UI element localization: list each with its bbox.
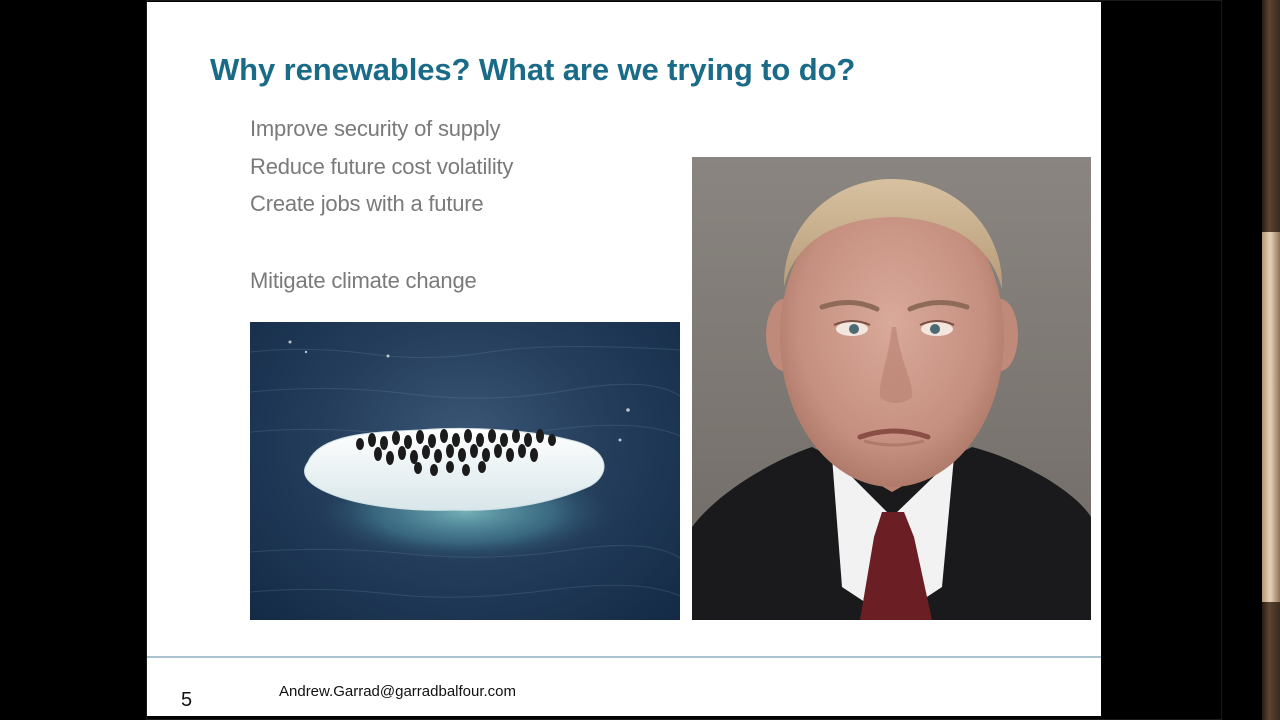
page-number: 5: [181, 689, 193, 711]
iceberg-illustration: [250, 340, 680, 598]
bullet-list: Improve security of supply Reduce future…: [250, 115, 513, 304]
bullet-item: Create jobs with a future: [250, 191, 484, 216]
penguins-iceberg-image: [250, 322, 680, 620]
background-highlight: [1262, 232, 1280, 602]
portrait-illustration: [692, 179, 1091, 620]
footer-divider: [147, 656, 1101, 658]
background-edge: [1262, 0, 1280, 720]
footer-email: Andrew.Garrad@garradbalfour.com: [279, 683, 517, 700]
slide-title: Why renewables? What are we trying to do…: [210, 52, 856, 87]
video-frame: Why renewables? What are we trying to do…: [0, 0, 1280, 720]
bullet-item: Improve security of supply: [250, 116, 501, 141]
bullet-item: Mitigate climate change: [250, 267, 477, 293]
bullet-item: Reduce future cost volatility: [250, 153, 514, 179]
presentation-slide: Why renewables? What are we trying to do…: [147, 2, 1101, 716]
portrait-image: [692, 157, 1091, 620]
bullet-spacer: [250, 228, 513, 267]
